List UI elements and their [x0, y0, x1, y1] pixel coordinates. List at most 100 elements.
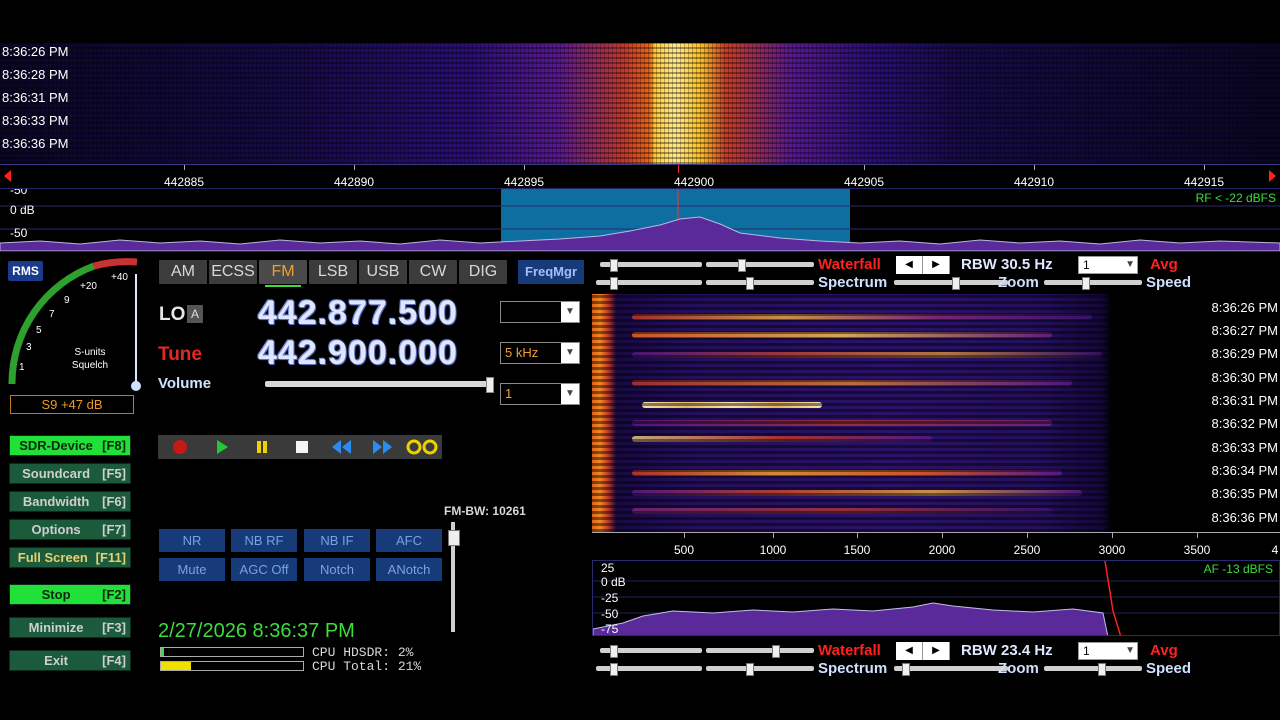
mode-usb-button[interactable]: USB [359, 260, 407, 284]
notch-button[interactable]: Notch [304, 558, 370, 581]
cpu-total-bar [160, 661, 304, 671]
exit-button[interactable]: Exit [F4] [9, 650, 131, 671]
rewind-icon[interactable] [322, 435, 362, 459]
bandwidth-button[interactable]: Bandwidth [F6] [9, 491, 131, 512]
rf-tick-label: 442885 [163, 175, 205, 189]
mode-am-button[interactable]: AM [159, 260, 207, 284]
rf-zoom-arrows[interactable]: ◀ ▶ [896, 256, 950, 274]
slider-thumb[interactable] [746, 277, 754, 290]
af-tick-label: 2500 [1013, 543, 1041, 557]
tune-step-select[interactable]: 5 kHz ▼ [500, 342, 580, 364]
af-spectrum[interactable]: 25 0 dB -25 -50 -75 AF -13 dBFS [592, 560, 1280, 636]
chevron-down-icon[interactable]: ▼ [561, 343, 579, 363]
chevron-down-icon[interactable]: ▼ [1125, 257, 1135, 273]
af-timestamp: 8:36:31 PM [1211, 393, 1279, 408]
af-timestamp: 8:36:33 PM [1211, 440, 1279, 455]
slider-thumb[interactable] [952, 277, 960, 290]
slider-thumb[interactable] [738, 259, 746, 272]
af-speed-slider[interactable] [1044, 666, 1142, 671]
rf-avg-select[interactable]: 1 ▼ [1078, 256, 1138, 274]
af-tick-label: 3500 [1183, 543, 1211, 557]
rf-speed-slider[interactable] [1044, 280, 1142, 285]
af-zoom-arrows[interactable]: ◀ ▶ [896, 642, 950, 660]
arrow-left-icon[interactable]: ◀ [896, 642, 923, 660]
agc-off-button[interactable]: AGC Off [231, 558, 297, 581]
af-timestamp: 8:36:29 PM [1211, 346, 1279, 361]
play-icon[interactable] [202, 435, 242, 459]
af-tick-label: 1000 [759, 543, 787, 557]
fast-forward-icon[interactable] [362, 435, 402, 459]
af-avg-label: Avg [1150, 642, 1178, 659]
slider-thumb[interactable] [610, 259, 618, 272]
chevron-down-icon[interactable]: ▼ [561, 302, 579, 322]
afc-button[interactable]: AFC [376, 529, 442, 552]
rf-waterfall-slider-2[interactable] [706, 262, 814, 267]
full-screen-button[interactable]: Full Screen [F11] [9, 547, 131, 568]
cpu-total-fill [161, 662, 191, 670]
lo-lock-button[interactable]: A [187, 305, 203, 323]
nr-button[interactable]: NR [159, 529, 225, 552]
nb-if-button[interactable]: NB IF [304, 529, 370, 552]
sdr-device-button[interactable]: SDR-Device [F8] [9, 435, 131, 456]
mode-fm-button[interactable]: FM [259, 260, 307, 287]
arrow-right-icon[interactable]: ▶ [923, 256, 950, 274]
arrow-right-icon[interactable]: ▶ [923, 642, 950, 660]
minimize-button[interactable]: Minimize [F3] [9, 617, 131, 638]
nb-rf-button[interactable]: NB RF [231, 529, 297, 552]
scroll-left-icon[interactable] [4, 170, 11, 182]
af-zoom-slider[interactable] [894, 666, 1008, 671]
rf-zoom-slider[interactable] [894, 280, 1008, 285]
rf-spectrum[interactable]: -50 0 dB -50 RF < -22 dBFS [0, 188, 1280, 252]
lo-frequency-display[interactable]: 442.877.500 [258, 294, 458, 333]
transport-bar [158, 435, 442, 459]
stop-button[interactable]: Stop [F2] [9, 584, 131, 605]
arrow-left-icon[interactable]: ◀ [896, 256, 923, 274]
s-scale-label: 7 [49, 309, 55, 320]
slider-thumb[interactable] [1098, 663, 1106, 676]
af-db-label: -50 [601, 607, 619, 621]
af-spectrum-slider-2[interactable] [706, 666, 814, 671]
volume-select[interactable]: 1 ▼ [500, 383, 580, 405]
mute-button[interactable]: Mute [159, 558, 225, 581]
squelch-handle[interactable] [131, 381, 141, 391]
slider-thumb[interactable] [746, 663, 754, 676]
mode-dig-button[interactable]: DIG [459, 260, 507, 284]
volume-slider-thumb[interactable] [486, 377, 494, 393]
anotch-button[interactable]: ANotch [376, 558, 442, 581]
lo-select[interactable]: ▼ [500, 301, 580, 323]
af-avg-select[interactable]: 1 ▼ [1078, 642, 1138, 660]
slider-thumb[interactable] [772, 645, 780, 658]
tune-frequency-display[interactable]: 442.900.000 [258, 334, 458, 373]
slider-thumb[interactable] [1082, 277, 1090, 290]
rf-waterfall[interactable]: 8:36:26 PM 8:36:28 PM 8:36:31 PM 8:36:33… [0, 43, 1280, 164]
af-frequency-scale[interactable]: 500 1000 1500 2000 2500 3000 3500 4 [592, 532, 1280, 561]
record-icon[interactable] [160, 435, 200, 459]
pause-icon[interactable] [242, 435, 282, 459]
stop-label: Stop [41, 587, 71, 602]
slider-thumb[interactable] [610, 663, 618, 676]
slider-thumb[interactable] [610, 645, 618, 658]
loop-icon[interactable] [402, 435, 442, 459]
scroll-right-icon[interactable] [1269, 170, 1276, 182]
chevron-down-icon[interactable]: ▼ [561, 384, 579, 404]
af-tick-label: 500 [673, 543, 695, 557]
slider-thumb[interactable] [902, 663, 910, 676]
rf-frequency-scale[interactable]: 442885 442890 442895 442900 442905 44291… [0, 164, 1280, 189]
mode-cw-button[interactable]: CW [409, 260, 457, 284]
vertical-slider-thumb[interactable] [448, 530, 460, 546]
s-meter-gauge[interactable]: 1 3 5 7 9 +20 +40 S-units Squelch [4, 254, 144, 394]
af-waterfall[interactable] [592, 294, 1112, 532]
volume-slider[interactable] [265, 381, 493, 387]
options-button[interactable]: Options [F7] [9, 519, 131, 540]
chevron-down-icon[interactable]: ▼ [1125, 643, 1135, 659]
rf-spectrum-slider-2[interactable] [706, 280, 814, 285]
freq-manager-button[interactable]: FreqMgr [518, 260, 584, 284]
slider-thumb[interactable] [610, 277, 618, 290]
mode-lsb-button[interactable]: LSB [309, 260, 357, 284]
sdr-device-key: [F8] [102, 438, 126, 453]
mode-ecss-button[interactable]: ECSS [209, 260, 257, 284]
cpu-hdsdr-bar [160, 647, 304, 657]
soundcard-button[interactable]: Soundcard [F5] [9, 463, 131, 484]
stop-icon[interactable] [282, 435, 322, 459]
af-waterfall-slider-2[interactable] [706, 648, 814, 653]
